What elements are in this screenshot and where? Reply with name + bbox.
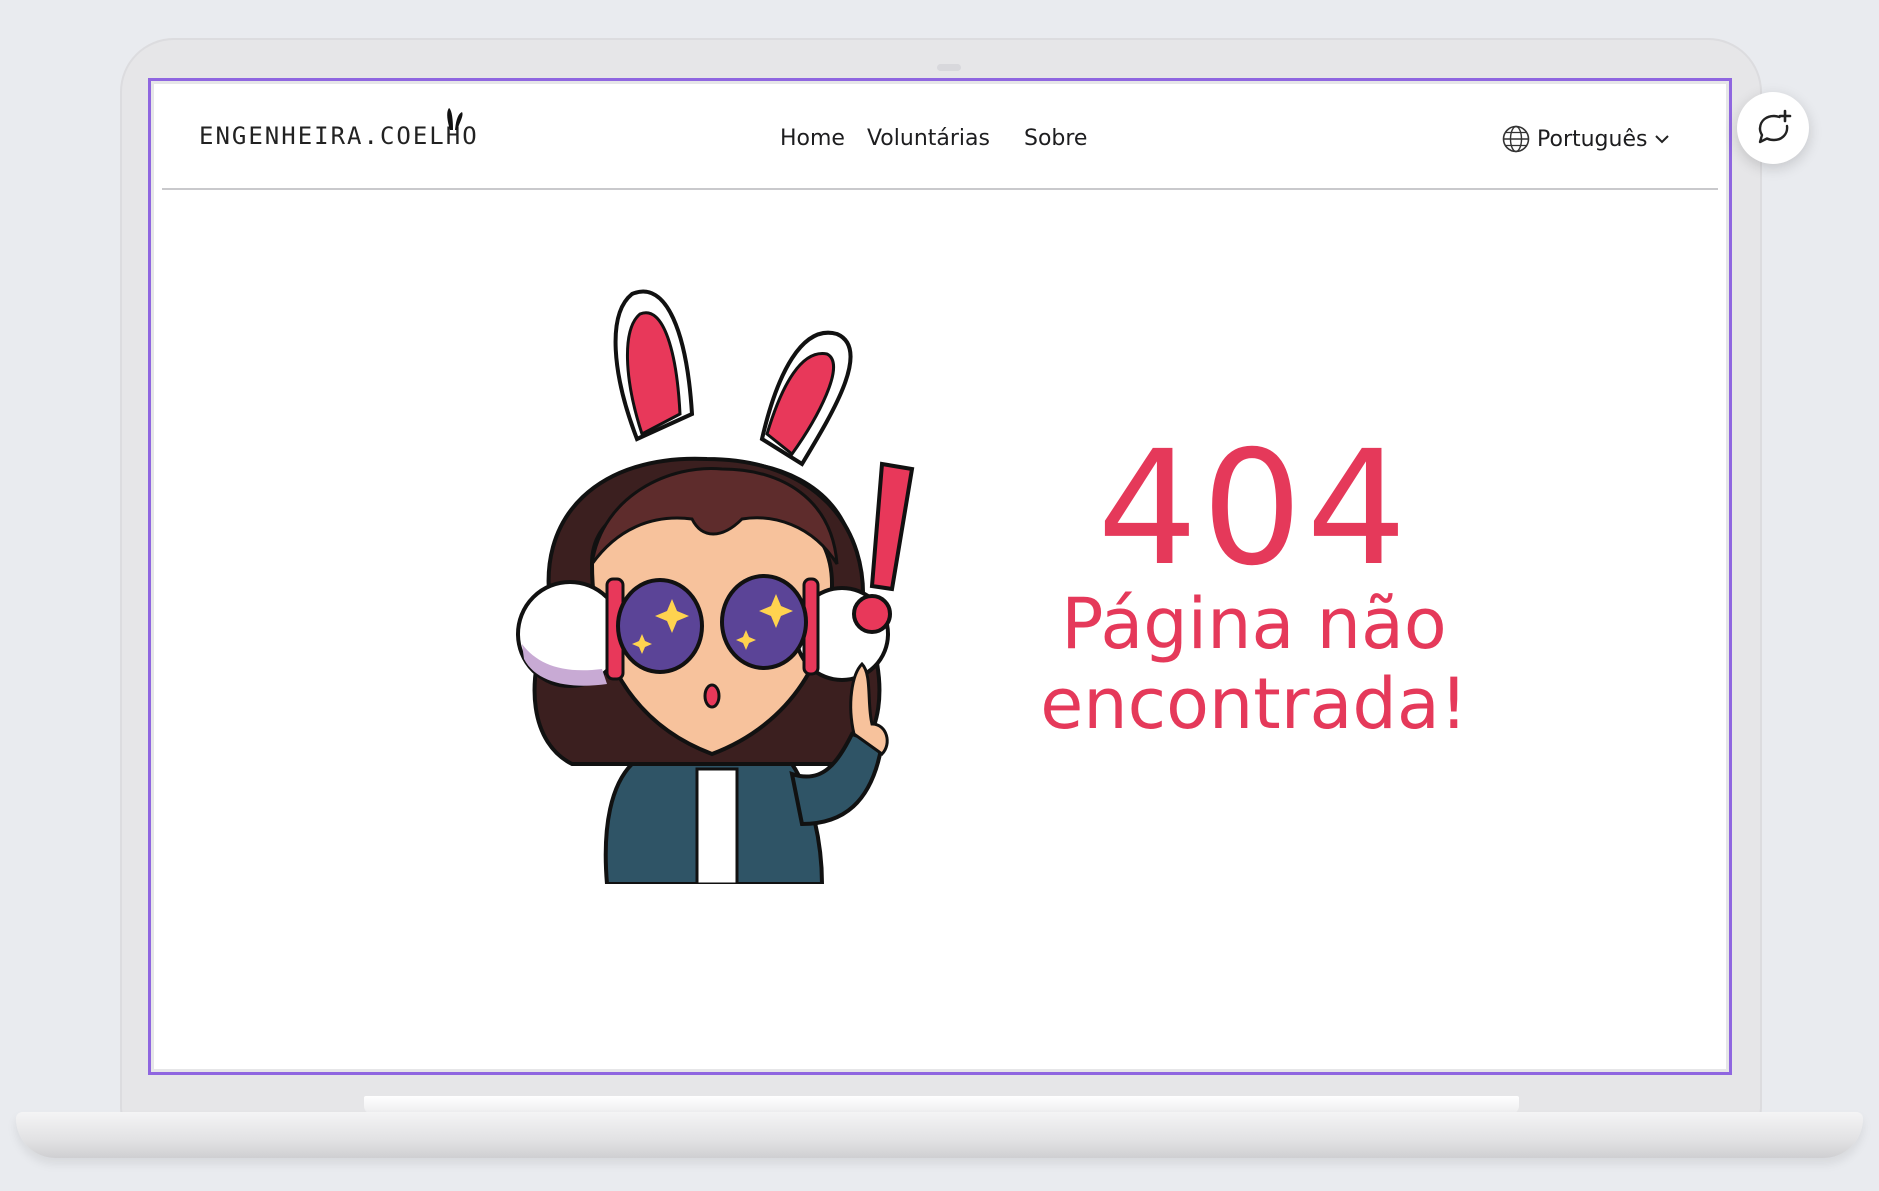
laptop-camera: [937, 64, 961, 71]
error-line-1: Página não: [1061, 583, 1447, 665]
error-message: 404 Página não encontrada!: [974, 417, 1534, 745]
chevron-down-icon: [1655, 135, 1670, 144]
logo-text: ENGENHEIRA.COELHO: [199, 122, 479, 150]
globe-icon: [1502, 125, 1530, 153]
error-line-2: encontrada!: [1040, 663, 1468, 745]
bunny-ears-logo-icon: [447, 108, 463, 130]
nav-link-sobre[interactable]: Sobre: [1024, 126, 1088, 151]
bunny-girl-illustration: [516, 289, 915, 884]
nav-link-voluntarias[interactable]: Voluntárias: [867, 126, 990, 151]
language-label: Português: [1537, 126, 1648, 152]
error-code: 404: [1097, 417, 1411, 601]
feedback-button[interactable]: [1737, 92, 1809, 164]
feedback-chat-icon: [1758, 109, 1792, 144]
main-nav: Home Voluntárias Sobre: [780, 126, 1087, 151]
browser-screen: ENGENHEIRA.COELHO Home Voluntárias Sobre…: [148, 78, 1732, 1075]
language-selector[interactable]: Português: [1501, 124, 1671, 154]
site-logo[interactable]: ENGENHEIRA.COELHO: [199, 122, 479, 150]
nav-link-home[interactable]: Home: [780, 126, 845, 151]
navbar: ENGENHEIRA.COELHO Home Voluntárias Sobre…: [162, 84, 1718, 190]
laptop-base: [16, 1112, 1863, 1158]
